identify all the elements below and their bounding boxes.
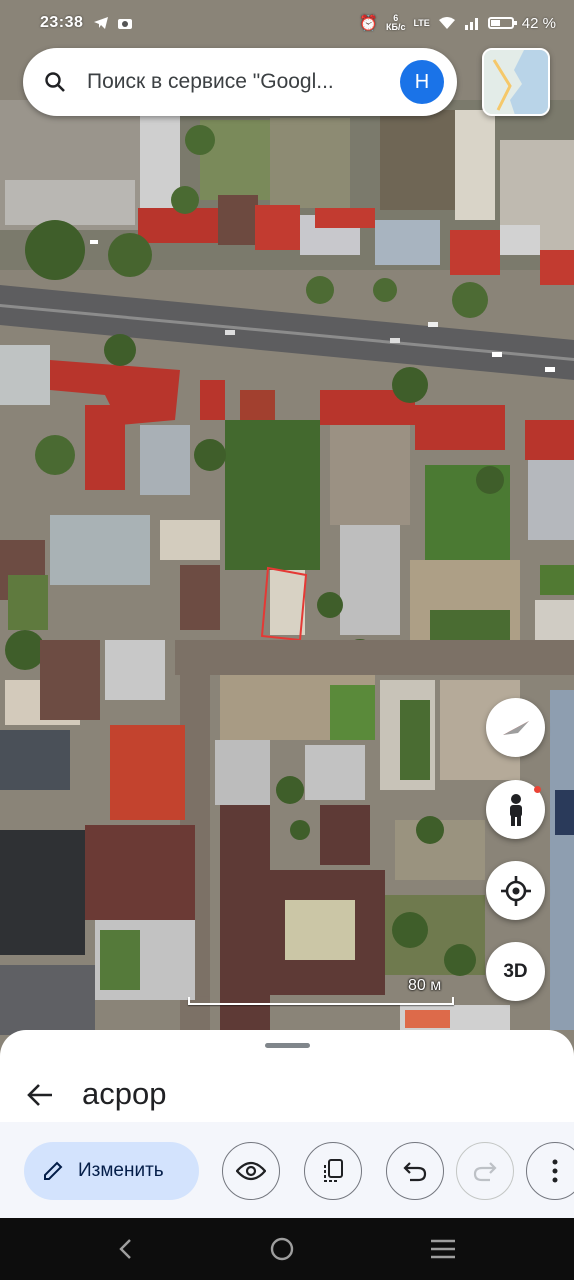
redo-button[interactable] bbox=[456, 1142, 514, 1200]
status-right-icons: ⏰ 6 КБ/с LTE 42 % bbox=[359, 14, 556, 33]
action-row: Изменить bbox=[0, 1122, 574, 1218]
battery-percent: 42 % bbox=[521, 14, 556, 32]
battery-icon bbox=[487, 17, 517, 29]
nav-back-icon[interactable] bbox=[118, 1237, 134, 1261]
street-view-indicator bbox=[534, 786, 541, 793]
telegram-icon bbox=[94, 17, 109, 29]
system-nav-bar bbox=[0, 1218, 574, 1280]
search-input[interactable]: Поиск в сервисе "Googl... bbox=[87, 70, 377, 94]
scale-label: 80 м bbox=[408, 977, 442, 994]
undo-button[interactable] bbox=[386, 1142, 444, 1200]
3d-button[interactable]: 3D bbox=[486, 942, 545, 1001]
status-time: 23:38 bbox=[40, 14, 84, 31]
network-type: LTE bbox=[413, 17, 430, 28]
signal-icon bbox=[464, 18, 478, 30]
map-thumbnail-icon bbox=[484, 50, 548, 114]
my-location-button[interactable] bbox=[486, 861, 545, 920]
more-vert-icon bbox=[552, 1159, 558, 1183]
pencil-icon bbox=[44, 1161, 63, 1180]
eye-icon bbox=[236, 1161, 266, 1181]
nav-home-icon[interactable] bbox=[269, 1236, 295, 1262]
edit-button-label: Изменить bbox=[78, 1160, 164, 1181]
compass-button[interactable] bbox=[486, 698, 545, 757]
copy-button[interactable] bbox=[304, 1142, 362, 1200]
place-title: асрор bbox=[82, 1076, 167, 1111]
nav-recents-icon[interactable] bbox=[430, 1238, 456, 1260]
edit-button[interactable]: Изменить bbox=[24, 1142, 199, 1200]
scale-bar bbox=[188, 997, 454, 1005]
undo-icon bbox=[403, 1162, 427, 1182]
pegman-icon bbox=[509, 793, 522, 826]
copy-icon bbox=[324, 1159, 343, 1182]
search-bar[interactable]: Поиск в сервисе "Googl... Н bbox=[23, 48, 457, 116]
back-arrow-icon bbox=[27, 1084, 52, 1106]
redo-icon bbox=[473, 1162, 497, 1182]
avatar[interactable]: Н bbox=[400, 60, 444, 104]
search-icon[interactable] bbox=[23, 71, 87, 93]
street-view-button[interactable] bbox=[486, 780, 545, 839]
layers-button[interactable] bbox=[482, 48, 550, 116]
sheet-drag-handle[interactable] bbox=[265, 1043, 310, 1048]
bottom-sheet: асрор Изменить bbox=[0, 1030, 574, 1218]
status-notification-icons bbox=[93, 16, 133, 30]
wifi-icon bbox=[438, 17, 455, 29]
alarm-icon: ⏰ bbox=[359, 15, 378, 32]
view-button[interactable] bbox=[222, 1142, 280, 1200]
back-button[interactable] bbox=[22, 1077, 58, 1113]
network-speed: 6 КБ/с bbox=[386, 14, 405, 32]
camera-icon bbox=[118, 19, 133, 29]
status-bar: 23:38 ⏰ 6 КБ/с LTE 42 % bbox=[0, 0, 574, 46]
my-location-icon bbox=[500, 875, 531, 906]
more-options-button[interactable] bbox=[526, 1142, 574, 1200]
compass-icon bbox=[502, 720, 529, 735]
network-speed-unit: КБ/с bbox=[385, 22, 406, 32]
